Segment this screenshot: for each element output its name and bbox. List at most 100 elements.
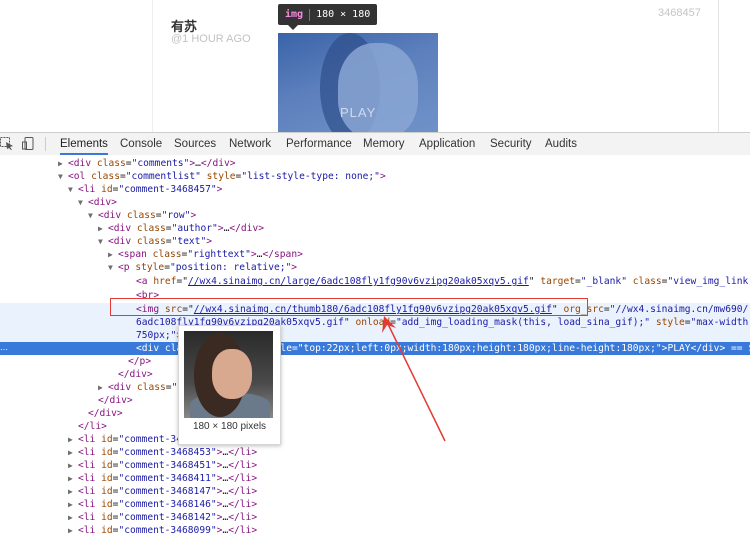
dom-token: "//wx4.sinaimg.cn/mw690/ bbox=[609, 304, 749, 315]
dom-tree-row[interactable]: ▶ <div class="comments">…</div> bbox=[0, 157, 750, 170]
dom-token: <span bbox=[118, 249, 153, 260]
comment-time: @1 HOUR AGO bbox=[171, 33, 251, 45]
dom-tree-row[interactable]: ▶ <li id="comment-3468146">…</li> bbox=[0, 498, 750, 511]
dom-token: </li> bbox=[228, 486, 258, 497]
dom-token: <ol bbox=[68, 171, 92, 182]
expand-arrow-icon[interactable]: ▶ bbox=[98, 381, 108, 394]
expand-arrow-icon[interactable]: ▶ bbox=[68, 511, 78, 524]
dom-token: "view_img_link bbox=[667, 276, 749, 287]
expand-arrow-icon[interactable]: ▶ bbox=[68, 485, 78, 498]
expand-arrow-icon[interactable]: ▶ bbox=[58, 157, 68, 170]
dom-tree-row[interactable]: ▶ <li id="comment-3468451">…</li> bbox=[0, 459, 750, 472]
dom-token: id bbox=[101, 447, 113, 458]
dom-token: class bbox=[96, 158, 126, 169]
resource-link[interactable]: //wx4.sinaimg.cn/large/6adc108fly1fg90v6… bbox=[188, 276, 529, 287]
device-toolbar-icon[interactable] bbox=[22, 137, 36, 150]
comment-number[interactable]: 3468457 bbox=[658, 7, 701, 19]
expand-arrow-icon[interactable]: ▶ bbox=[68, 459, 78, 472]
dom-tree-row[interactable]: ▼ <p style="position: relative;"> bbox=[0, 261, 750, 274]
dom-tree-row[interactable]: <a href="//wx4.sinaimg.cn/large/6adc108f… bbox=[0, 275, 750, 288]
expand-arrow-icon[interactable]: ▶ bbox=[108, 248, 118, 261]
dom-token: </li> bbox=[228, 473, 258, 484]
dom-token: </li> bbox=[78, 421, 107, 432]
dom-tree-row[interactable]: ▶ <li id="comment-3468147">…</li> bbox=[0, 485, 750, 498]
dom-token: > bbox=[291, 262, 298, 273]
collapse-arrow-icon[interactable]: ▼ bbox=[108, 261, 118, 274]
dom-tree-row[interactable]: ▶ <li id="comment-3468453">…</li> bbox=[0, 446, 750, 459]
collapse-arrow-icon[interactable]: ▼ bbox=[88, 209, 98, 222]
dom-token: </div> bbox=[88, 408, 123, 419]
dom-tree-row[interactable]: ▶<li id="comment-3468454">…</li> bbox=[0, 433, 750, 446]
dom-token: 750px;" bbox=[136, 330, 177, 341]
collapse-arrow-icon[interactable]: ▼ bbox=[78, 196, 88, 209]
dom-token: target bbox=[540, 276, 575, 287]
dom-tree-row[interactable]: ▶<div class="vote">…</div> bbox=[0, 381, 750, 394]
tab-memory[interactable]: Memory bbox=[363, 133, 405, 155]
dom-token: " bbox=[528, 276, 541, 287]
dom-token: id bbox=[101, 434, 113, 445]
dom-token: "comment-3468146" bbox=[118, 499, 217, 510]
tab-audits[interactable]: Audits bbox=[545, 133, 577, 155]
dom-tree-row[interactable]: ▼ <div> bbox=[0, 196, 750, 209]
tab-network[interactable]: Network bbox=[229, 133, 271, 155]
gif-thumbnail[interactable]: PLAY bbox=[278, 33, 438, 132]
dom-token: <div bbox=[108, 236, 137, 247]
expand-arrow-icon[interactable]: ▶ bbox=[68, 472, 78, 485]
tab-application[interactable]: Application bbox=[419, 133, 475, 155]
elements-tree[interactable]: ▶ <div class="comments">…</div> ▼ <ol class… bbox=[0, 155, 750, 536]
dom-tree-row[interactable]: </li> bbox=[0, 420, 750, 433]
dom-token: "comment-3468451" bbox=[118, 460, 217, 471]
dom-tree-row[interactable]: </p> bbox=[0, 355, 750, 368]
expand-arrow-icon[interactable]: ▶ bbox=[68, 446, 78, 459]
dom-tree-row[interactable]: <div class="gif-mask" style="top:22px;le… bbox=[0, 342, 750, 355]
dom-tree-row[interactable]: 6adc108fly1fg90v6vzipg20ak05xqv5.gif" on… bbox=[0, 316, 750, 329]
dom-token: <li bbox=[78, 473, 102, 484]
dom-token: "row" bbox=[161, 210, 191, 221]
dom-token: <li bbox=[78, 499, 102, 510]
dom-tree-row[interactable]: ▶ <li id="comment-3468142">…</li> bbox=[0, 511, 750, 524]
inspect-element-icon[interactable] bbox=[0, 137, 14, 150]
dom-token: "author" bbox=[171, 223, 218, 234]
dom-tree-row[interactable]: 750px;"> bbox=[0, 329, 750, 342]
dom-tree-row[interactable]: ▼ <div class="text"> bbox=[0, 235, 750, 248]
dom-tree-row[interactable]: ▶ <div class="author">…</div> bbox=[0, 222, 750, 235]
tab-console[interactable]: Console bbox=[120, 133, 162, 155]
collapse-arrow-icon[interactable]: ▼ bbox=[68, 183, 78, 196]
collapse-arrow-icon[interactable]: ▼ bbox=[98, 235, 108, 248]
dom-token: class bbox=[91, 171, 120, 182]
dom-token: </div> bbox=[690, 343, 726, 354]
dom-token: </div> bbox=[200, 158, 236, 169]
dom-tree-row[interactable]: ▶ <li id="comment-3468099">…</li> bbox=[0, 524, 750, 536]
element-size-tooltip: img 180 × 180 bbox=[278, 4, 378, 30]
dom-token: id bbox=[101, 184, 113, 195]
collapse-arrow-icon[interactable]: ▼ bbox=[58, 170, 68, 183]
dom-tree-row[interactable]: ▼ <ol class="commentlist" style="list-sty… bbox=[0, 170, 750, 183]
expand-arrow-icon[interactable]: ▶ bbox=[68, 498, 78, 511]
expand-arrow-icon[interactable]: ▶ bbox=[68, 524, 78, 536]
preview-caption: 180 × 180 pixels bbox=[192, 421, 267, 432]
tab-performance[interactable]: Performance bbox=[286, 133, 352, 155]
dom-token: </li> bbox=[228, 499, 258, 510]
dom-tree-row[interactable]: ▶ <li id="comment-3468411">…</li> bbox=[0, 472, 750, 485]
dom-tree-row[interactable]: ▼ <div class="row"> bbox=[0, 209, 750, 222]
dom-tree-row[interactable]: </div> bbox=[0, 368, 750, 381]
dom-token: id bbox=[101, 512, 113, 523]
tab-sources[interactable]: Sources bbox=[174, 133, 216, 155]
dom-tree-row[interactable]: </div> bbox=[0, 394, 750, 407]
dom-token: </li> bbox=[228, 460, 258, 471]
dom-tree-row[interactable]: </div> bbox=[0, 407, 750, 420]
expand-arrow-icon[interactable]: ▶ bbox=[98, 222, 108, 235]
play-overlay-text[interactable]: PLAY bbox=[340, 105, 376, 120]
dom-token: "comment-3468457" bbox=[118, 184, 217, 195]
dom-token: id bbox=[101, 460, 113, 471]
dom-token: </span> bbox=[262, 249, 303, 260]
tab-security[interactable]: Security bbox=[490, 133, 532, 155]
dom-tree-row[interactable]: ▶ <span class="righttext">…</span> bbox=[0, 248, 750, 261]
tab-elements[interactable]: Elements bbox=[60, 133, 108, 155]
dom-token: <p bbox=[118, 262, 136, 273]
expand-arrow-icon[interactable]: ▶ bbox=[68, 433, 78, 446]
dom-token: > bbox=[190, 210, 197, 221]
dom-tree-row[interactable]: ▼ <li id="comment-3468457"> bbox=[0, 183, 750, 196]
dom-token: "comment-3468411" bbox=[118, 473, 217, 484]
dom-token: <li bbox=[78, 525, 102, 536]
